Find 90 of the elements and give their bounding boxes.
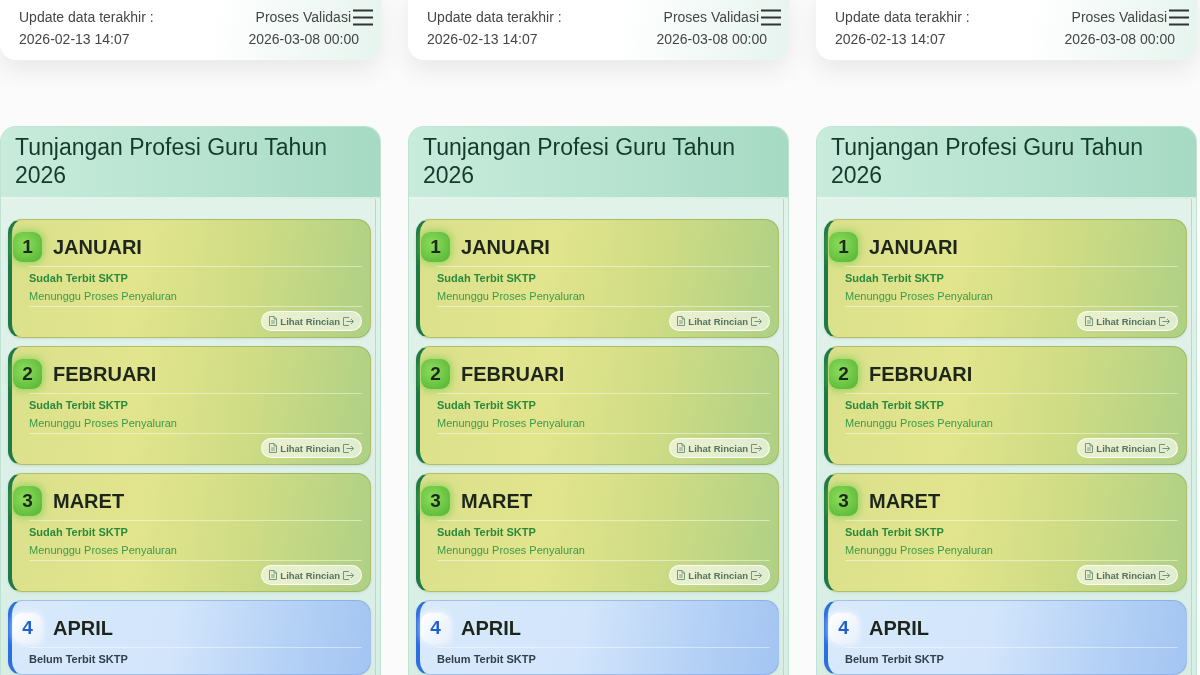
menu-icon[interactable] (353, 8, 373, 26)
distribution-status: Menunggu Proses Penyaluran (29, 289, 178, 304)
exit-icon (343, 316, 354, 326)
sktp-status: Sudah Terbit SKTP (437, 398, 537, 413)
exit-icon (1159, 570, 1170, 580)
month-number: 2 (421, 359, 450, 389)
document-icon (677, 316, 686, 326)
details-button[interactable]: Lihat Rincian (261, 438, 362, 458)
distribution-status: Menunggu Proses Penyaluran (845, 416, 994, 431)
month-number: 4 (421, 613, 450, 643)
sktp-status: Belum Terbit SKTP (845, 652, 945, 667)
sktp-status: Sudah Terbit SKTP (845, 271, 945, 286)
month-number: 3 (13, 486, 42, 516)
menu-icon[interactable] (761, 8, 781, 26)
update-date: 2026-02-13 14:07 (427, 30, 538, 49)
month-number: 1 (421, 232, 450, 262)
month-number: 1 (829, 232, 858, 262)
distribution-status: Menunggu Proses Penyaluran (437, 289, 586, 304)
update-date: 2026-02-13 14:07 (19, 30, 130, 49)
month-number: 4 (829, 613, 858, 643)
validation-date: 2026-03-08 00:00 (248, 30, 359, 49)
sktp-status: Sudah Terbit SKTP (437, 525, 537, 540)
distribution-status: Menunggu Proses Penyaluran (845, 543, 994, 558)
month-name: JANUARI (461, 235, 550, 260)
exit-icon (343, 443, 354, 453)
exit-icon (1159, 443, 1170, 453)
document-icon (1085, 570, 1094, 580)
distribution-status: Menunggu Proses Penyaluran (437, 416, 586, 431)
month-name: JANUARI (869, 235, 958, 260)
exit-icon (751, 570, 762, 580)
month-name: MARET (461, 489, 533, 514)
month-number: 3 (421, 486, 450, 516)
validation-label: Proses Validasi (255, 8, 351, 27)
details-button[interactable]: Lihat Rincian (1077, 311, 1178, 331)
sktp-status: Sudah Terbit SKTP (29, 398, 129, 413)
sktp-status: Sudah Terbit SKTP (29, 525, 129, 540)
details-button[interactable]: Lihat Rincian (669, 311, 770, 331)
document-icon (677, 570, 686, 580)
validation-date: 2026-03-08 00:00 (656, 30, 767, 49)
distribution-status: Menunggu Proses Penyaluran (845, 289, 994, 304)
document-icon (1085, 316, 1094, 326)
month-number: 3 (829, 486, 858, 516)
sktp-status: Belum Terbit SKTP (29, 652, 129, 667)
exit-icon (751, 316, 762, 326)
details-button[interactable]: Lihat Rincian (1077, 438, 1178, 458)
sktp-status: Sudah Terbit SKTP (845, 525, 945, 540)
sktp-status: Sudah Terbit SKTP (437, 271, 537, 286)
month-name: MARET (869, 489, 941, 514)
month-number: 2 (829, 359, 858, 389)
month-name: FEBRUARI (461, 362, 565, 387)
validation-label: Proses Validasi (663, 8, 759, 27)
month-name: JANUARI (53, 235, 142, 260)
document-icon (269, 316, 278, 326)
document-icon (269, 570, 278, 580)
validation-label: Proses Validasi (1071, 8, 1167, 27)
distribution-status: Menunggu Proses Penyaluran (29, 416, 178, 431)
exit-icon (751, 443, 762, 453)
details-button[interactable]: Lihat Rincian (669, 438, 770, 458)
sktp-status: Sudah Terbit SKTP (845, 398, 945, 413)
sktp-status: Sudah Terbit SKTP (29, 271, 129, 286)
month-name: APRIL (53, 616, 113, 641)
update-label: Update data terakhir : (427, 8, 562, 27)
month-name: APRIL (461, 616, 521, 641)
month-number: 1 (13, 232, 42, 262)
month-name: MARET (53, 489, 125, 514)
card-title: Tunjangan Profesi Guru Tahun 2026 (15, 133, 328, 189)
details-button[interactable]: Lihat Rincian (261, 565, 362, 585)
card-title: Tunjangan Profesi Guru Tahun 2026 (423, 133, 736, 189)
month-name: APRIL (869, 616, 929, 641)
sktp-status: Belum Terbit SKTP (437, 652, 537, 667)
month-name: FEBRUARI (53, 362, 157, 387)
menu-icon[interactable] (1169, 8, 1189, 26)
update-label: Update data terakhir : (19, 8, 154, 27)
exit-icon (343, 570, 354, 580)
card-title: Tunjangan Profesi Guru Tahun 2026 (831, 133, 1144, 189)
distribution-status: Menunggu Proses Penyaluran (29, 543, 178, 558)
month-number: 2 (13, 359, 42, 389)
document-icon (269, 443, 278, 453)
distribution-status: Menunggu Proses Penyaluran (437, 543, 586, 558)
document-icon (677, 443, 686, 453)
validation-date: 2026-03-08 00:00 (1064, 30, 1175, 49)
update-label: Update data terakhir : (835, 8, 970, 27)
month-name: FEBRUARI (869, 362, 973, 387)
details-button[interactable]: Lihat Rincian (1077, 565, 1178, 585)
exit-icon (1159, 316, 1170, 326)
update-date: 2026-02-13 14:07 (835, 30, 946, 49)
month-number: 4 (13, 613, 42, 643)
details-button[interactable]: Lihat Rincian (669, 565, 770, 585)
details-button[interactable]: Lihat Rincian (261, 311, 362, 331)
document-icon (1085, 443, 1094, 453)
